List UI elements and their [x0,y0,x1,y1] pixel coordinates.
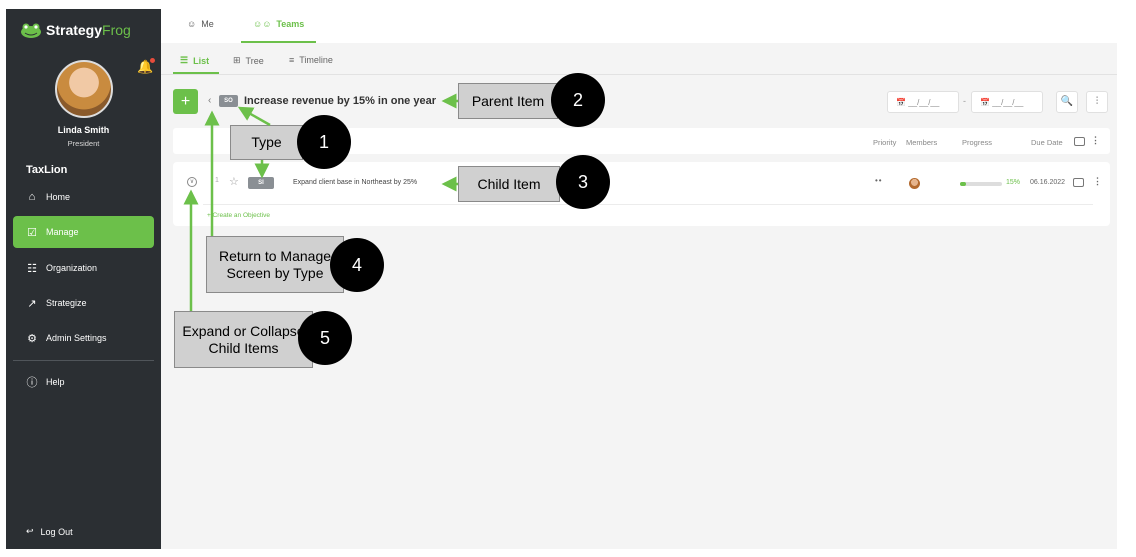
nav-label: Home [46,192,71,202]
expand-collapse-icon[interactable]: ∨ [187,177,197,187]
annotation-child-item: Child Item [458,166,560,202]
parent-item-title: Increase revenue by 15% in one year [244,95,436,107]
tab-timeline[interactable]: ≡ Timeline [289,55,333,65]
member-avatar[interactable] [909,178,920,189]
row-kebab-icon[interactable]: ⋮ [1093,176,1102,187]
back-chevron-icon[interactable]: ‹ [208,95,211,106]
sidebar-divider [13,360,154,361]
priority-indicator[interactable]: •• [875,176,883,185]
filter-button[interactable]: ⫶ [1086,91,1108,113]
org-chart-icon: ☷ [27,262,37,275]
due-date: 06.16.2022 [1030,179,1066,186]
annotation-number-2: 2 [551,73,605,127]
notification-dot [150,58,156,63]
date-placeholder: __/__/__ [992,98,1024,107]
brand-name-part2: Frog [102,22,131,38]
search-button[interactable]: 🔍 [1056,91,1078,113]
annotation-number-5: 5 [298,311,352,365]
tab-label: Me [201,19,214,29]
annotation-type: Type [230,125,303,160]
checkbox-icon: ☑ [27,226,37,239]
tab-label: Timeline [299,55,333,65]
logout-icon: ↩ [26,526,34,536]
column-due-date[interactable]: Due Date [1031,138,1063,147]
notification-bell-icon[interactable]: 🔔 [137,58,156,75]
progress-fill [960,182,967,186]
calendar-icon[interactable] [1073,178,1084,187]
add-button[interactable]: + [173,89,198,114]
card-divider [203,204,1093,205]
annotation-number-1: 1 [297,115,351,169]
tab-tree[interactable]: ⊞ Tree [233,55,264,66]
progress-bar [960,182,1002,186]
tab-label: Tree [245,55,264,66]
star-icon[interactable]: ☆ [229,175,239,188]
nav-item-strategize[interactable]: ↗ Strategize [13,287,154,319]
logout-label: Log Out [40,526,73,537]
nav-label: Organization [46,263,98,273]
nav-item-help[interactable]: ⓘ Help [13,366,154,398]
column-progress[interactable]: Progress [962,138,992,147]
timeline-icon: ≡ [289,55,295,65]
tree-icon: ⊞ [233,55,241,65]
user-avatar[interactable] [55,60,113,118]
child-item-row[interactable]: ∨ 1 ☆ SI Expand client base in Northeast… [173,162,1110,226]
row-index: 1 [215,177,219,184]
column-priority[interactable]: Priority [873,138,896,147]
date-placeholder: __/__/__ [908,98,940,107]
gear-icon: ⚙ [27,332,37,345]
tab-list[interactable]: ☰ List [180,55,209,66]
annotation-expand-collapse: Expand or Collapse Child Items [174,311,313,368]
annotation-number-3: 3 [556,155,610,209]
search-icon: 🔍 [1060,96,1074,107]
active-view-indicator [173,72,219,74]
nav-item-admin-settings[interactable]: ⚙ Admin Settings [13,322,154,354]
nav-item-manage[interactable]: ☑ Manage [13,216,154,248]
child-type-badge[interactable]: SI [248,177,274,189]
annotation-return-to-manage: Return to Manage Screen by Type [206,236,344,293]
screenshot-frame: { "brand": {"name_part1": "Strategy", "n… [0,0,1136,557]
tab-teams[interactable]: ☺☺ Teams [253,19,304,29]
user-name: Linda Smith [57,125,110,135]
trend-icon: ↗ [27,297,37,310]
column-settings-icon[interactable] [1074,137,1085,146]
view-tab-bar: ☰ List ⊞ Tree ≡ Timeline [161,43,1117,75]
sidebar: StrategyFrog 🔔 Linda Smith President Tax… [6,9,161,549]
brand-name-part1: Strategy [46,22,103,38]
list-icon: ☰ [180,55,189,65]
create-objective-link[interactable]: + Create an Objective [207,212,270,219]
app-logo[interactable]: StrategyFrog [20,22,131,38]
frog-logo-icon [21,23,41,38]
start-date-field[interactable]: 📅 __/__/__ [887,91,959,113]
end-date-field[interactable]: 📅 __/__/__ [971,91,1043,113]
nav-label: Strategize [46,298,87,308]
child-item-title[interactable]: Expand client base in Northeast by 25% [293,179,417,186]
logout-button[interactable]: ↩ Log Out [26,526,73,537]
tab-label: Teams [276,19,305,29]
nav-item-home[interactable]: ⌂ Home [13,181,154,213]
nav-item-organization[interactable]: ☷ Organization [13,252,154,284]
tab-me[interactable]: ☺ Me [187,19,214,29]
annotation-parent-item: Parent Item [458,83,558,119]
person-icon: ☺ [187,19,197,29]
nav-label: Admin Settings [46,333,107,343]
top-tab-bar: ☺ Me ☺☺ Teams [161,9,1117,43]
help-icon: ⓘ [26,377,38,389]
sliders-icon: ⫶ [1095,96,1099,107]
header-kebab-icon[interactable]: ⋮ [1091,135,1100,146]
nav-label: Help [46,377,65,387]
people-icon: ☺☺ [253,19,272,29]
date-separator: - [963,96,966,106]
tab-label: List [193,55,210,66]
home-icon: ⌂ [28,191,36,203]
progress-text: 15% [1006,179,1021,186]
user-role: President [67,139,100,148]
annotation-number-4: 4 [330,238,384,292]
organization-name: TaxLion [26,164,68,176]
nav-label: Manage [46,227,79,237]
parent-type-badge[interactable]: SO [219,95,238,107]
column-members[interactable]: Members [906,138,937,147]
